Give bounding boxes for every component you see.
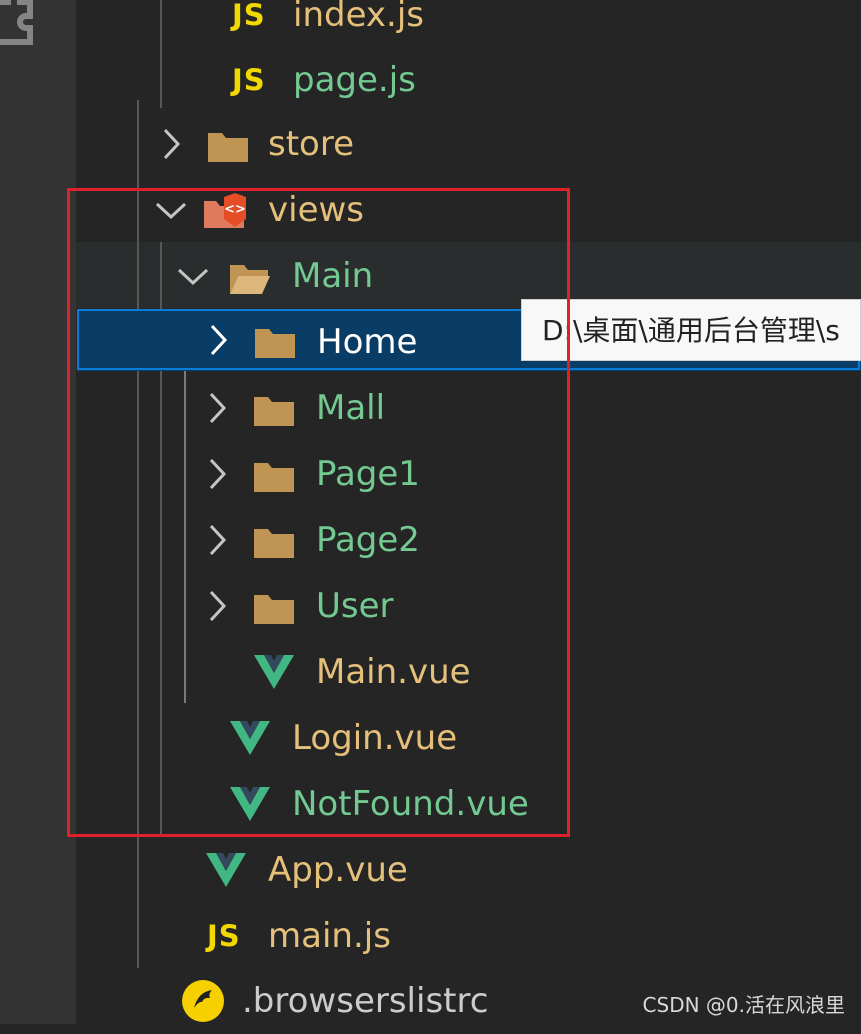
- js-icon: JS: [207, 919, 241, 953]
- tree-item-label: store: [268, 124, 354, 164]
- folder-open-icon: [230, 265, 270, 294]
- chevron-down-icon[interactable]: [154, 199, 188, 221]
- tree-item-label: App.vue: [268, 850, 408, 890]
- tree-item-user[interactable]: User: [76, 573, 861, 639]
- folder-icon: [254, 529, 294, 558]
- tree-item-views[interactable]: <> views: [76, 177, 861, 243]
- tree-item-page2[interactable]: Page2: [76, 507, 861, 573]
- vue-icon: [230, 721, 270, 755]
- vue-icon: [206, 853, 246, 887]
- tree-item-label: Login.vue: [292, 718, 458, 758]
- chevron-right-icon[interactable]: [160, 127, 182, 161]
- tree-item-app-vue[interactable]: App.vue: [76, 837, 861, 903]
- chevron-down-icon[interactable]: [176, 265, 210, 287]
- chevron-right-icon[interactable]: [206, 391, 228, 425]
- folder-icon: [254, 397, 294, 426]
- browserslist-icon: [182, 980, 224, 1022]
- tree-item-notfound-vue[interactable]: NotFound.vue: [76, 771, 861, 837]
- tree-item-label: page.js: [293, 60, 416, 100]
- vue-icon: [230, 787, 270, 821]
- tree-item-main-vue[interactable]: Main.vue: [76, 639, 861, 705]
- tree-item-label: .browserslistrc: [242, 981, 489, 1021]
- tree-item-label: Page1: [316, 454, 420, 494]
- js-icon: JS: [232, 0, 266, 32]
- tree-item-label: views: [268, 190, 365, 230]
- tree-item-label: index.js: [293, 0, 424, 35]
- tree-item-page1[interactable]: Page1: [76, 441, 861, 507]
- folder-icon: [254, 595, 294, 624]
- folder-icon: [254, 463, 294, 492]
- tooltip-text: D:\桌面\通用后台管理\s: [542, 314, 840, 347]
- chevron-right-icon[interactable]: [206, 589, 228, 623]
- tree-item-page-js[interactable]: JS page.js: [76, 47, 861, 113]
- chevron-right-icon[interactable]: [207, 323, 229, 357]
- tree-item-login-vue[interactable]: Login.vue: [76, 705, 861, 771]
- views-folder-icon: <>: [204, 193, 246, 228]
- tree-item-main-js[interactable]: JS main.js: [76, 903, 861, 969]
- tree-item-label: main.js: [268, 916, 391, 956]
- tree-item-label: Mall: [316, 388, 386, 428]
- path-tooltip: D:\桌面\通用后台管理\s: [521, 299, 861, 361]
- tree-item-store[interactable]: store: [76, 111, 861, 177]
- activity-bar: [0, 0, 76, 1024]
- watermark: CSDN @0.活在风浪里: [642, 993, 845, 1017]
- chevron-right-icon[interactable]: [206, 523, 228, 557]
- js-icon: JS: [232, 63, 266, 97]
- tree-item-label: Main.vue: [316, 652, 471, 692]
- chevron-right-icon[interactable]: [206, 457, 228, 491]
- folder-icon: [255, 329, 295, 358]
- tree-item-label: Home: [317, 322, 418, 362]
- tree-item-label: NotFound.vue: [292, 784, 529, 824]
- svg-text:<>: <>: [224, 202, 246, 217]
- tree-item-mall[interactable]: Mall: [76, 375, 861, 441]
- extensions-icon[interactable]: [0, 0, 34, 58]
- tree-item-label: Page2: [316, 520, 420, 560]
- vue-icon: [254, 655, 294, 689]
- tree-item-label: User: [316, 586, 394, 626]
- tree-item-label: Main: [292, 256, 374, 296]
- tree-item-index-js[interactable]: JS index.js: [76, 0, 861, 48]
- folder-icon: [208, 133, 248, 162]
